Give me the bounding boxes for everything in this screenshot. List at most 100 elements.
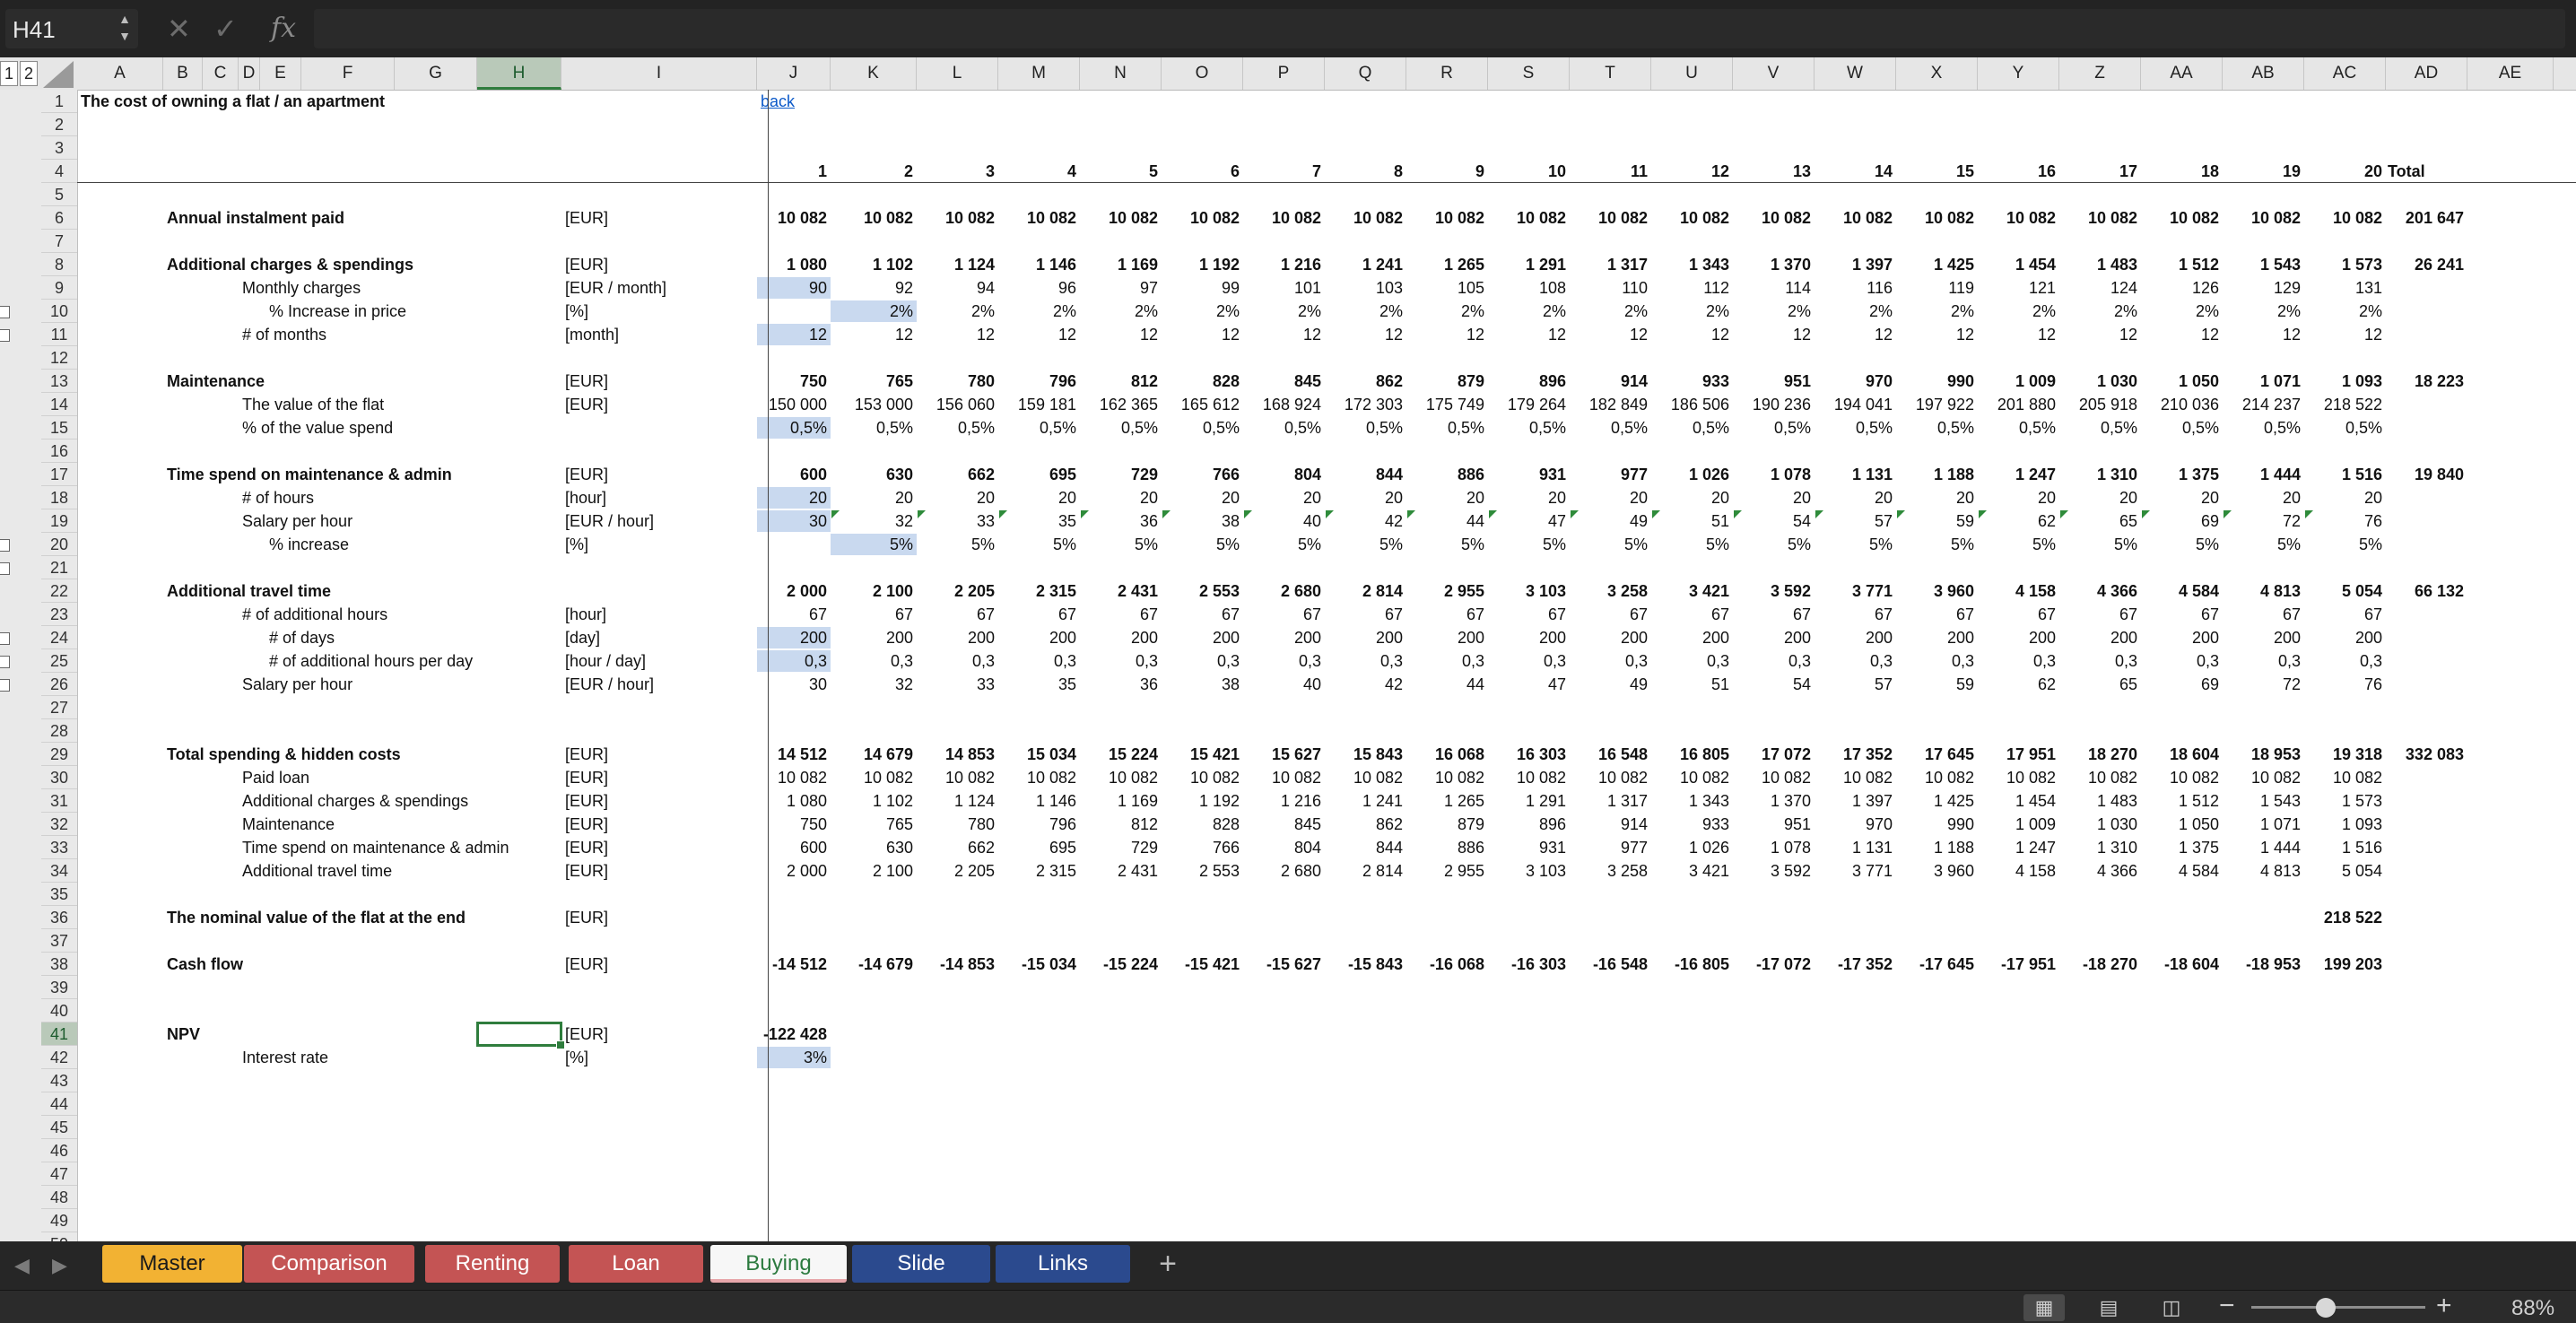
cell-value[interactable]: 20 xyxy=(1570,486,1648,509)
outline-group-bracket[interactable] xyxy=(0,656,10,668)
cell-value[interactable]: 0,5% xyxy=(1488,416,1566,440)
cell-value[interactable]: 67 xyxy=(2141,603,2219,626)
cell-value[interactable]: 5 054 xyxy=(2304,859,2382,883)
cell-value[interactable]: 62 xyxy=(1978,509,2056,533)
cell-value[interactable]: 12 xyxy=(2223,323,2301,346)
cell-value[interactable]: 0,3 xyxy=(1325,649,1403,673)
cell-value[interactable]: 19 318 xyxy=(2304,743,2382,766)
cell-value[interactable]: 695 xyxy=(998,836,1076,859)
cell-value[interactable]: 54 xyxy=(1733,673,1811,696)
cell-value[interactable]: 92 xyxy=(831,276,913,300)
cell-value[interactable]: 57 xyxy=(1815,673,1893,696)
cell-value[interactable]: 0,5% xyxy=(1815,416,1893,440)
cell-value[interactable]: 0,3 xyxy=(1406,649,1484,673)
column-header-aa[interactable]: AA xyxy=(2141,57,2223,90)
cell-value[interactable]: 804 xyxy=(1243,463,1321,486)
cell-value[interactable]: 20 xyxy=(917,486,995,509)
cell-value[interactable]: 129 xyxy=(2223,276,2301,300)
column-header-ae[interactable]: AE xyxy=(2467,57,2554,90)
cell-value[interactable]: 729 xyxy=(1080,463,1158,486)
cell-value[interactable]: 199 203 xyxy=(2304,953,2382,976)
cell-value[interactable]: 17 645 xyxy=(1896,743,1974,766)
cell-value[interactable]: 62 xyxy=(1978,673,2056,696)
sheet-tab-comparison[interactable]: Comparison xyxy=(244,1245,414,1283)
cell-value[interactable]: 10 082 xyxy=(1815,206,1893,230)
cell-value[interactable]: 0,3 xyxy=(1815,649,1893,673)
cell-value[interactable]: 766 xyxy=(1162,836,1240,859)
row-header-33[interactable]: 33 xyxy=(41,836,77,859)
cell-value[interactable]: -16 805 xyxy=(1651,953,1729,976)
cell-value[interactable]: 116 xyxy=(1815,276,1893,300)
cell-value[interactable]: 0,3 xyxy=(1488,649,1566,673)
cell-value[interactable]: 630 xyxy=(831,836,913,859)
cell-value[interactable]: 1 241 xyxy=(1325,789,1403,813)
cell-value[interactable]: 4 366 xyxy=(2059,579,2137,603)
cell-value[interactable]: 16 303 xyxy=(1488,743,1566,766)
cell-value[interactable]: 10 082 xyxy=(1570,766,1648,789)
cell-value[interactable]: 0,3 xyxy=(1243,649,1321,673)
cell-value[interactable]: 2% xyxy=(831,300,913,323)
cell-value[interactable]: 67 xyxy=(998,603,1076,626)
cancel-icon[interactable]: ✕ xyxy=(167,9,191,48)
cell-value[interactable]: 33 xyxy=(917,509,995,533)
zoom-out-icon[interactable]: − xyxy=(2219,1291,2235,1321)
cell-value[interactable]: 2% xyxy=(2223,300,2301,323)
row-header-15[interactable]: 15 xyxy=(41,416,77,440)
cell-value[interactable]: 121 xyxy=(1978,276,2056,300)
back-link[interactable]: back xyxy=(761,90,795,113)
row-header-10[interactable]: 10 xyxy=(41,300,77,323)
cell-value[interactable]: 1 026 xyxy=(1651,463,1729,486)
cell-value[interactable]: 168 924 xyxy=(1243,393,1321,416)
cell-value[interactable]: 1 188 xyxy=(1896,463,1974,486)
row-header-2[interactable]: 2 xyxy=(41,113,77,136)
outline-level-1-button[interactable]: 1 xyxy=(0,61,18,86)
cell-value[interactable]: 2% xyxy=(1406,300,1484,323)
cell-value[interactable]: 1 512 xyxy=(2141,789,2219,813)
column-header-ad[interactable]: AD xyxy=(2386,57,2467,90)
sheet-tab-renting[interactable]: Renting xyxy=(425,1245,560,1283)
row-header-17[interactable]: 17 xyxy=(41,463,77,486)
row-header-49[interactable]: 49 xyxy=(41,1209,77,1232)
cell-value[interactable]: 12 xyxy=(1651,323,1729,346)
row-header-5[interactable]: 5 xyxy=(41,183,77,206)
cell-value[interactable]: 3 421 xyxy=(1651,579,1729,603)
cell-value[interactable]: 10 082 xyxy=(831,206,913,230)
cell-value[interactable]: 2% xyxy=(2059,300,2137,323)
cell-value[interactable]: 1 375 xyxy=(2141,836,2219,859)
zoom-level[interactable]: 88% xyxy=(2511,1296,2554,1321)
cell-value[interactable]: 765 xyxy=(831,370,913,393)
cell-value[interactable]: 1 102 xyxy=(831,789,913,813)
cell-value[interactable]: 72 xyxy=(2223,673,2301,696)
row-header-7[interactable]: 7 xyxy=(41,230,77,253)
cell-value[interactable]: 862 xyxy=(1325,370,1403,393)
row-header-48[interactable]: 48 xyxy=(41,1186,77,1209)
cell-value[interactable]: 765 xyxy=(831,813,913,836)
cell-value[interactable]: 5% xyxy=(1978,533,2056,556)
cell-value[interactable]: 1 291 xyxy=(1488,789,1566,813)
cell-value[interactable]: 0,5% xyxy=(1406,416,1484,440)
cell-value[interactable]: 914 xyxy=(1570,813,1648,836)
column-header-r[interactable]: R xyxy=(1406,57,1488,90)
cell-value[interactable]: 16 805 xyxy=(1651,743,1729,766)
cell-value[interactable]: 3 592 xyxy=(1733,859,1811,883)
row-total-13[interactable]: 18 223 xyxy=(2386,370,2464,393)
prev-sheet-icon[interactable]: ◀ xyxy=(14,1254,30,1277)
cell-value[interactable]: 20 xyxy=(1406,486,1484,509)
cell-value[interactable]: 1 397 xyxy=(1815,253,1893,276)
cell-value[interactable]: 69 xyxy=(2141,509,2219,533)
cell-value[interactable]: 67 xyxy=(1815,603,1893,626)
cell-value[interactable]: 1 512 xyxy=(2141,253,2219,276)
cell-value[interactable]: 12 xyxy=(1815,323,1893,346)
cell-value[interactable]: 990 xyxy=(1896,370,1974,393)
page-layout-view-icon[interactable]: ▤ xyxy=(2088,1294,2129,1321)
cell-value[interactable]: 96 xyxy=(998,276,1076,300)
cell-value[interactable]: 200 xyxy=(1570,626,1648,649)
zoom-in-icon[interactable]: + xyxy=(2436,1291,2452,1321)
cell-value[interactable]: 200 xyxy=(917,626,995,649)
column-header-k[interactable]: K xyxy=(831,57,917,90)
cell-value[interactable]: 18 953 xyxy=(2223,743,2301,766)
cell-value[interactable]: 5% xyxy=(1325,533,1403,556)
cell-value[interactable]: -15 627 xyxy=(1243,953,1321,976)
cell-value[interactable]: 1 192 xyxy=(1162,253,1240,276)
cell-value[interactable]: 0,5% xyxy=(1978,416,2056,440)
